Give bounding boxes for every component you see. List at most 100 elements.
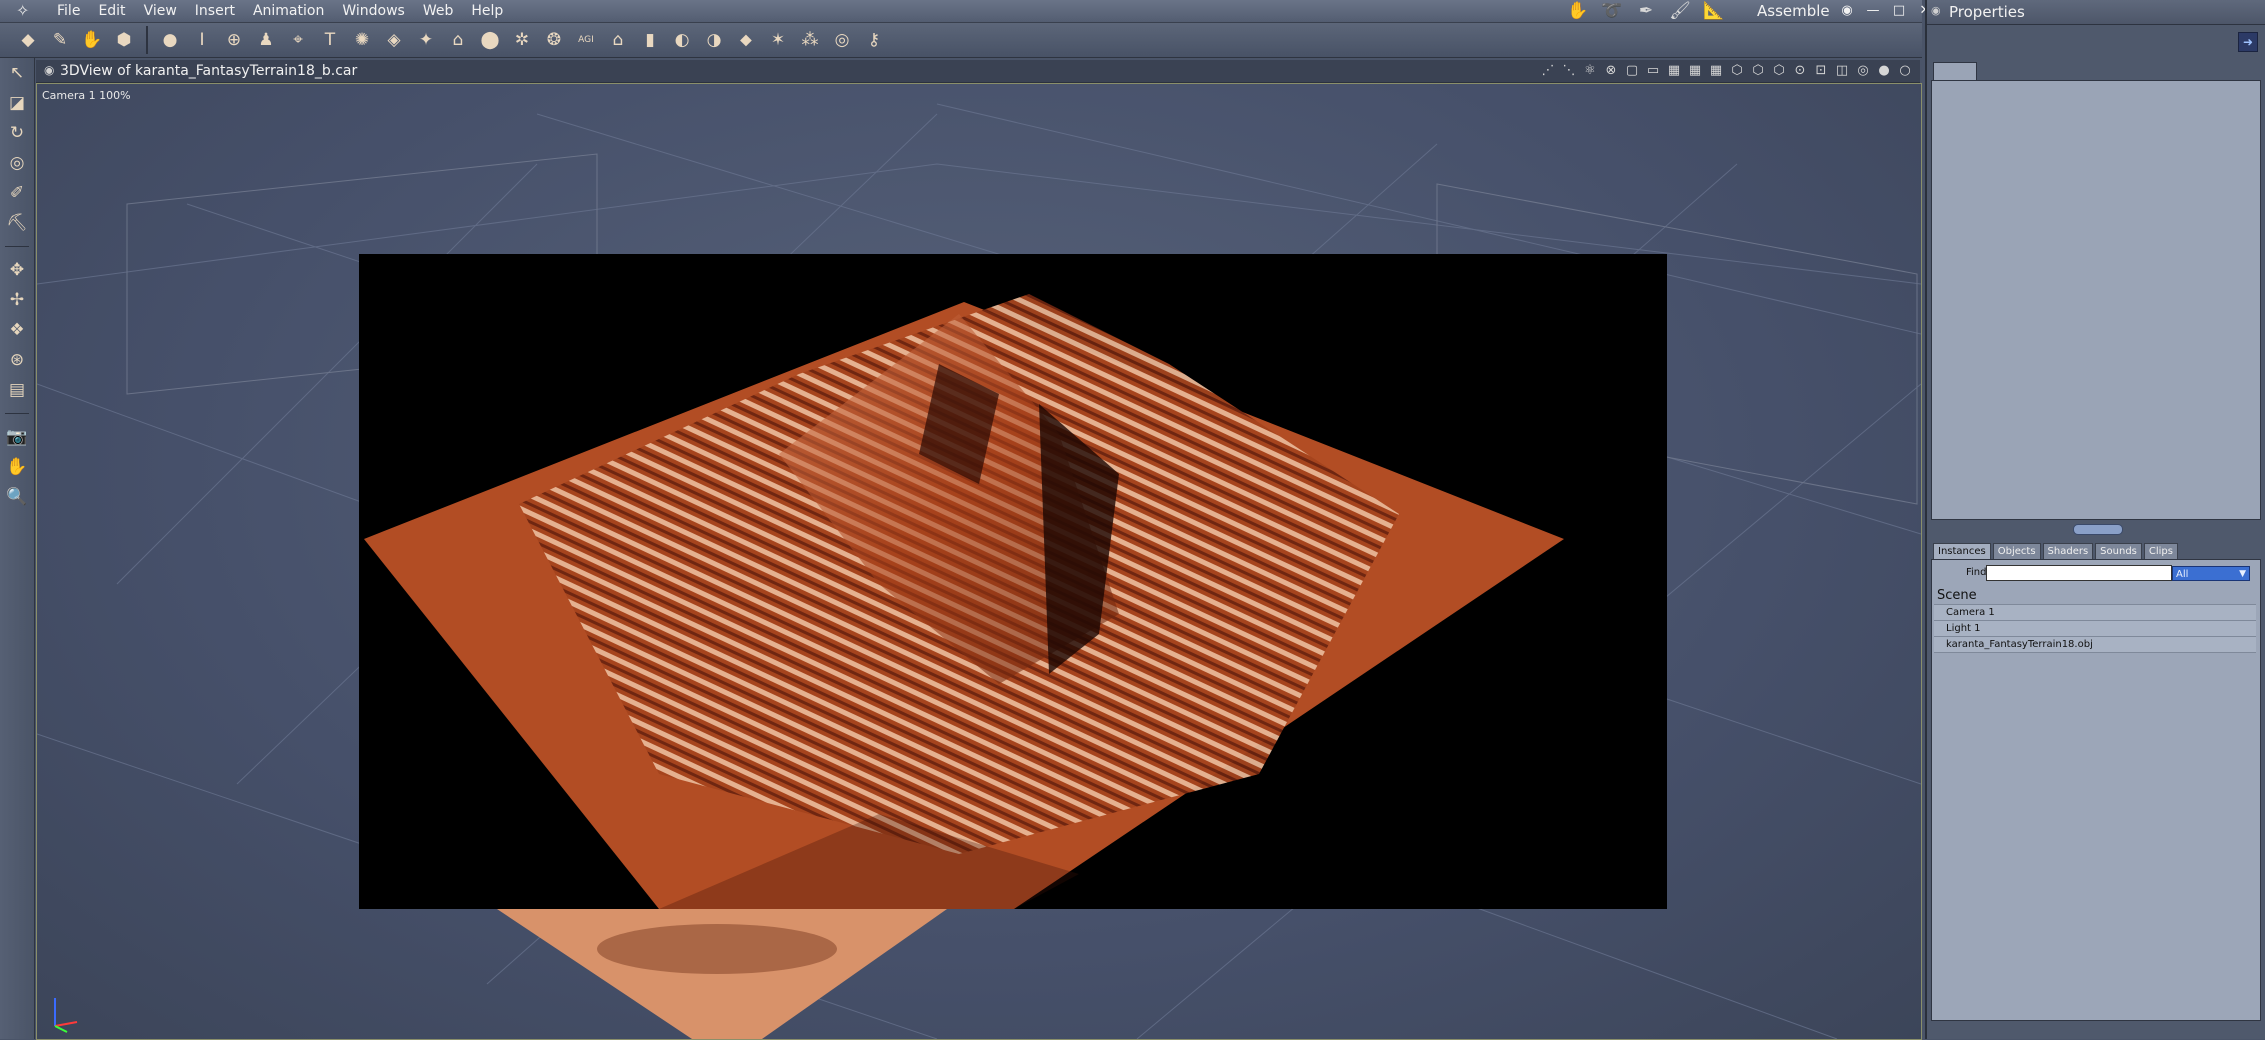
left-tool-group2-3-icon[interactable]: ⊛ xyxy=(0,345,34,375)
view-option-1-icon[interactable]: ⋱ xyxy=(1560,62,1578,80)
menu-animation[interactable]: Animation xyxy=(244,0,333,22)
toolbar-tool-22-icon[interactable]: ⬥ xyxy=(732,26,760,54)
left-tool-group2-0-icon[interactable]: ✥ xyxy=(0,255,34,285)
toolbar-tool-11-icon[interactable]: ◈ xyxy=(380,26,408,54)
toolbar-tool-12-icon[interactable]: ✦ xyxy=(412,26,440,54)
tab-objects[interactable]: Objects xyxy=(1992,543,2041,559)
minimize-button[interactable]: — xyxy=(1864,0,1882,22)
left-tool-group1-1-icon[interactable]: ◪ xyxy=(0,88,34,118)
toolbar-tool-21-icon[interactable]: ◑ xyxy=(700,26,728,54)
view-option-2-icon[interactable]: ⚛ xyxy=(1581,62,1599,80)
pen-icon[interactable]: ✒ xyxy=(1633,0,1659,22)
menu-edit[interactable]: Edit xyxy=(89,0,134,22)
toolbar-tool-16-icon[interactable]: ❂ xyxy=(540,26,568,54)
toolbar-tool-26-icon[interactable]: ⚷ xyxy=(860,26,888,54)
toolbar-tool-14-icon[interactable]: ⬤ xyxy=(476,26,504,54)
menu-file[interactable]: File xyxy=(48,0,89,22)
view-option-12-icon[interactable]: ⊙ xyxy=(1791,62,1809,80)
tree-item-light[interactable]: Light 1 xyxy=(1934,621,2256,637)
menu-help[interactable]: Help xyxy=(462,0,512,22)
left-tool-group1-5-icon[interactable]: ⛏ xyxy=(0,208,34,238)
tree-root-scene[interactable]: Scene xyxy=(1934,588,2256,605)
toolbar-tool-20-icon[interactable]: ◐ xyxy=(668,26,696,54)
toolbar-tool-3-icon[interactable]: ⬢ xyxy=(110,26,138,54)
left-tool-group1-2-icon[interactable]: ↻ xyxy=(0,118,34,148)
toolbar-tool-10-icon[interactable]: ✺ xyxy=(348,26,376,54)
hand-icon[interactable]: ✋ xyxy=(1565,0,1591,22)
filter-dropdown[interactable]: All ▼ xyxy=(2172,566,2250,581)
toolbar-tool-4-icon[interactable]: ● xyxy=(156,26,184,54)
properties-tab[interactable] xyxy=(1933,62,1977,81)
toolbar-tool-2-icon[interactable]: ✋ xyxy=(78,26,106,54)
tree-item-terrain[interactable]: karanta_FantasyTerrain18.obj xyxy=(1934,637,2256,653)
maximize-button[interactable]: □ xyxy=(1890,0,1908,22)
left-tool-group1-4-icon[interactable]: ✐ xyxy=(0,178,34,208)
view-option-4-icon[interactable]: ▢ xyxy=(1623,62,1641,80)
view-option-3-icon[interactable]: ⊗ xyxy=(1602,62,1620,80)
menu-list: File Edit View Insert Animation Windows … xyxy=(48,0,512,22)
left-tool-group1-0-icon[interactable]: ↖ xyxy=(0,58,34,88)
menu-view[interactable]: View xyxy=(135,0,186,22)
toolbar-tool-19-icon[interactable]: ▮ xyxy=(636,26,664,54)
tab-sounds[interactable]: Sounds xyxy=(2095,543,2142,559)
panel-menu-icon[interactable]: ◉ xyxy=(1931,4,1941,17)
properties-header: ◉ Properties xyxy=(1927,0,2265,25)
view-option-0-icon[interactable]: ⋰ xyxy=(1539,62,1557,80)
toolbar-tool-25-icon[interactable]: ◎ xyxy=(828,26,856,54)
toolbar-tool-6-icon[interactable]: ⊕ xyxy=(220,26,248,54)
left-tool-group3-1-icon[interactable]: ✋ xyxy=(0,452,34,482)
toolbar-tool-1-icon[interactable]: ✎ xyxy=(46,26,74,54)
view-option-13-icon[interactable]: ⊡ xyxy=(1812,62,1830,80)
ruler-icon[interactable]: 📐 xyxy=(1701,0,1727,22)
left-tool-group2-4-icon[interactable]: ▤ xyxy=(0,375,34,405)
3d-viewport[interactable]: Camera 1 100% xyxy=(36,83,1922,1040)
find-row: Find: All ▼ xyxy=(1932,564,2260,584)
tab-instances[interactable]: Instances xyxy=(1933,543,1991,559)
view-option-6-icon[interactable]: ▦ xyxy=(1665,62,1683,80)
toolbar-tool-23-icon[interactable]: ✶ xyxy=(764,26,792,54)
lasso-icon[interactable]: ➰ xyxy=(1599,0,1625,22)
toolbar-tool-9-icon[interactable]: T xyxy=(316,26,344,54)
toolbar-tools: ◆ ✎ ✋ ⬢ ● Ⅰ ⊕ ♟ ⌖ T ✺ ◈ ✦ ⌂ ⬤ ✲ ❂ AGI ⌂ ▮ ◐ ◑ ⬥ ✶ ⁂ ◎ ⚷ xyxy=(14,26,888,54)
left-tool-group1-3-icon[interactable]: ◎ xyxy=(0,148,34,178)
eye-icon[interactable]: ◉ xyxy=(1838,0,1856,22)
view-option-16-icon[interactable]: ● xyxy=(1875,62,1893,80)
toolbar-tool-7-icon[interactable]: ♟ xyxy=(252,26,280,54)
menu-web[interactable]: Web xyxy=(414,0,463,22)
left-toolbar-separator xyxy=(5,413,29,414)
left-tool-group2-1-icon[interactable]: ✢ xyxy=(0,285,34,315)
view-option-17-icon[interactable]: ○ xyxy=(1896,62,1914,80)
view-option-5-icon[interactable]: ▭ xyxy=(1644,62,1662,80)
left-tool-group2-2-icon[interactable]: ❖ xyxy=(0,315,34,345)
expand-arrow-icon[interactable]: ➜ xyxy=(2238,32,2258,52)
tree-item-camera[interactable]: Camera 1 xyxy=(1934,605,2256,621)
left-toolbar: ↖ ◪ ↻ ◎ ✐ ⛏ ✥ ✢ ❖ ⊛ ▤ 📷 ✋ 🔍 xyxy=(0,58,35,1039)
tab-shaders[interactable]: Shaders xyxy=(2042,543,2094,559)
view-option-10-icon[interactable]: ⬡ xyxy=(1749,62,1767,80)
view-option-9-icon[interactable]: ⬡ xyxy=(1728,62,1746,80)
menu-windows[interactable]: Windows xyxy=(333,0,414,22)
room-label: Assemble xyxy=(1757,2,1830,20)
toolbar-tool-17-icon[interactable]: AGI xyxy=(572,26,600,54)
toolbar-tool-13-icon[interactable]: ⌂ xyxy=(444,26,472,54)
toolbar-tool-5-icon[interactable]: Ⅰ xyxy=(188,26,216,54)
view-option-7-icon[interactable]: ▦ xyxy=(1686,62,1704,80)
menu-insert[interactable]: Insert xyxy=(186,0,244,22)
left-tool-group3-2-icon[interactable]: 🔍 xyxy=(0,482,34,512)
toolbar-tool-8-icon[interactable]: ⌖ xyxy=(284,26,312,54)
view-option-8-icon[interactable]: ▦ xyxy=(1707,62,1725,80)
tab-clips[interactable]: Clips xyxy=(2143,543,2178,559)
toolbar-tool-18-icon[interactable]: ⌂ xyxy=(604,26,632,54)
panel-splitter[interactable] xyxy=(2073,524,2123,535)
toolbar-tool-15-icon[interactable]: ✲ xyxy=(508,26,536,54)
left-tool-group3-0-icon[interactable]: 📷 xyxy=(0,422,34,452)
viewport-menu-icon[interactable]: ◉ xyxy=(44,63,54,77)
toolbar-tool-24-icon[interactable]: ⁂ xyxy=(796,26,824,54)
brush-icon[interactable]: 🖌 xyxy=(1667,0,1693,22)
filter-value: All xyxy=(2176,569,2189,580)
view-option-11-icon[interactable]: ⬡ xyxy=(1770,62,1788,80)
find-input[interactable] xyxy=(1986,565,2172,581)
view-option-14-icon[interactable]: ◫ xyxy=(1833,62,1851,80)
toolbar-tool-0-icon[interactable]: ◆ xyxy=(14,26,42,54)
view-option-15-icon[interactable]: ◎ xyxy=(1854,62,1872,80)
